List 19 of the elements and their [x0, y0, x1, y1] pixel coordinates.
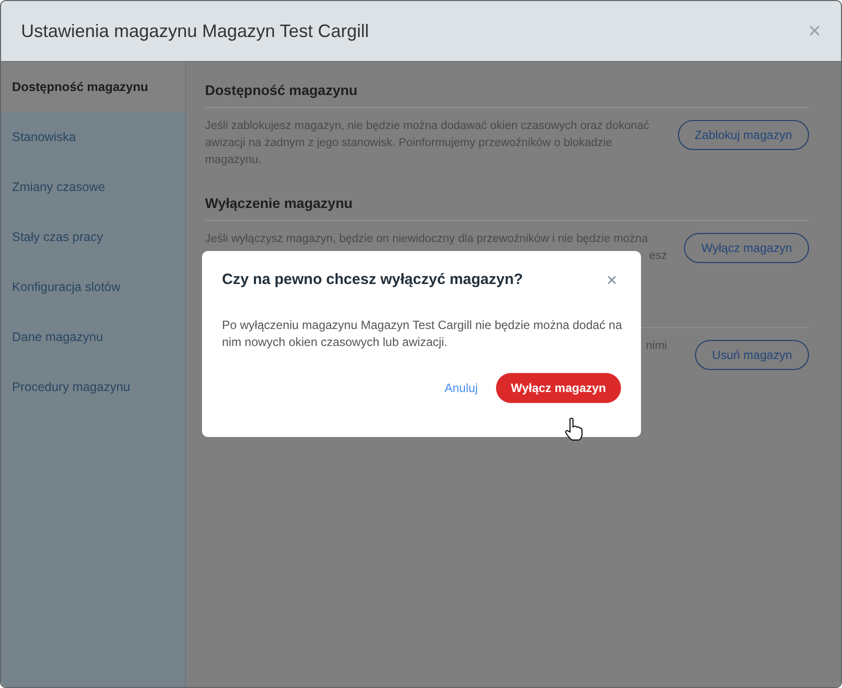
outline-button[interactable]: Zablokuj magazyn	[678, 120, 809, 150]
confirm-button[interactable]: Wyłącz magazyn	[496, 372, 621, 402]
sidebar-item[interactable]: Stały czas pracy	[1, 212, 185, 262]
close-button[interactable]: ×	[606, 271, 617, 290]
sidebar-item[interactable]: Zmiany czasowe	[1, 162, 185, 212]
sidebar-item[interactable]: Dostępność magazynu	[1, 62, 185, 112]
sidebar-item[interactable]: Dane magazynu	[1, 312, 185, 362]
sidebar-item[interactable]: Procedury magazynu	[1, 362, 185, 412]
dialog-message: Po wyłączeniu magazynu Magazyn Test Cargill nie będzie można dodać na nim nowych okien czasowych lub awizacji.	[222, 316, 622, 350]
outline-button[interactable]: Wyłącz magazyn	[684, 233, 809, 263]
sidebar-item[interactable]: Konfiguracja slotów	[1, 262, 185, 312]
outline-button[interactable]: Usuń magazyn	[694, 340, 809, 370]
section-heading: Dostępność magazynu	[205, 80, 809, 108]
dialog-title: Czy na pewno chcesz wyłączyć magazyn?	[222, 270, 523, 290]
close-button[interactable]: ×	[808, 20, 821, 42]
window-title: Ustawienia magazynu Magazyn Test Cargill	[21, 20, 369, 43]
cancel-link[interactable]: Anuluj	[444, 378, 478, 396]
section-heading: Wyłączenie magazynu	[205, 193, 809, 221]
sidebar-item[interactable]: Stanowiska	[1, 112, 185, 162]
